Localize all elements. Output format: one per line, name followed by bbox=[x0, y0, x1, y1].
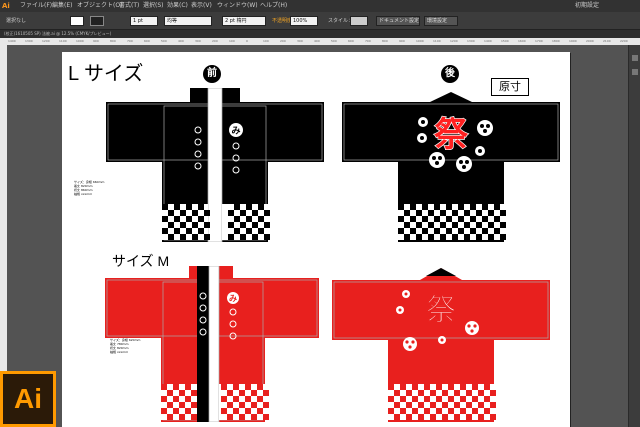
ruler-tick-label: 1200 bbox=[42, 39, 50, 43]
ruler-tick-label: 900 bbox=[399, 39, 405, 43]
document-setup-button[interactable]: ドキュメント設定 bbox=[376, 16, 420, 26]
matsuri-kanji: 祭 bbox=[434, 115, 469, 155]
panel-strip[interactable] bbox=[628, 45, 640, 427]
ruler-tick-label: 1600 bbox=[518, 39, 526, 43]
ruler-tick-label: 200 bbox=[212, 39, 218, 43]
menu-object[interactable]: オブジェクト(O) bbox=[77, 0, 122, 12]
panel-strip-icon[interactable] bbox=[632, 55, 638, 61]
ruler-tick-label: 0 bbox=[246, 39, 248, 43]
ruler-tick-label: 1000 bbox=[76, 39, 84, 43]
menu-type[interactable]: 書式(T) bbox=[119, 0, 139, 12]
menu-bar: Ai ファイル(F) 編集(E) オブジェクト(O) 書式(T) 選択(S) 効… bbox=[0, 0, 640, 12]
ruler-tick-label: 1400 bbox=[8, 39, 16, 43]
mi-crest-text: み bbox=[231, 126, 240, 137]
ruler-tick-label: 800 bbox=[382, 39, 388, 43]
document-tab[interactable]: (校正)1610505 SP) 法被.ai @ 12.5% (CMYK/プレビュ… bbox=[4, 30, 111, 38]
ruler-tick-label: 200 bbox=[280, 39, 286, 43]
ruler-tick-label: 600 bbox=[144, 39, 150, 43]
menu-window[interactable]: ウィンドウ(W) bbox=[217, 0, 258, 12]
ruler-tick-label: 2100 bbox=[603, 39, 611, 43]
menu-edit[interactable]: 編集(E) bbox=[52, 0, 72, 12]
document-tab-bar: (校正)1610505 SP) 法被.ai @ 12.5% (CMYK/プレビュ… bbox=[0, 30, 640, 38]
artboard: L サイズ サイズ M 前 後 原寸 サイズ：身幅 660mm 着丈 820mm… bbox=[62, 52, 570, 427]
illustrator-window: Ai ファイル(F) 編集(E) オブジェクト(O) 書式(T) 選択(S) 効… bbox=[0, 0, 640, 427]
ruler-tick-label: 1200 bbox=[450, 39, 458, 43]
ruler-tick-label: 600 bbox=[348, 39, 354, 43]
menu-help[interactable]: ヘルプ(H) bbox=[260, 0, 287, 12]
ruler-tick-label: 1300 bbox=[467, 39, 475, 43]
ruler-tick-label: 1800 bbox=[552, 39, 560, 43]
selection-status: 選択なし bbox=[6, 18, 27, 24]
style-select[interactable] bbox=[350, 16, 368, 26]
ruler-tick-label: 700 bbox=[365, 39, 371, 43]
happi-back-m-graphic: 祭 bbox=[332, 268, 550, 422]
happi-front-m: み bbox=[105, 265, 321, 426]
happi-back-l-graphic: 祭 bbox=[342, 92, 560, 242]
spec-l-line: 袖幅 xxxmm bbox=[74, 192, 93, 196]
illustrator-logo: Ai bbox=[0, 371, 56, 427]
control-bar: 選択なし 1 pt 均等 2 pt 楕円 不透明度： 100% スタイル： ドキ… bbox=[0, 12, 640, 30]
spec-l: サイズ：身幅 660mm 着丈 820mm 裄丈 860mm 袖幅 xxxmm bbox=[74, 180, 104, 196]
front-marker: 前 bbox=[203, 65, 221, 83]
ruler-tick-label: 100 bbox=[229, 39, 235, 43]
menu-file[interactable]: ファイル(F) bbox=[20, 0, 52, 12]
happi-front-l-graphic: み bbox=[106, 87, 324, 243]
vertical-ruler bbox=[0, 45, 7, 427]
stroke-weight-field[interactable]: 1 pt bbox=[130, 16, 158, 26]
mi-crest-text: み bbox=[229, 294, 237, 303]
stroke-profile-select[interactable]: 均等 bbox=[164, 16, 212, 26]
ruler-tick-label: 1400 bbox=[484, 39, 492, 43]
menu-view[interactable]: 表示(V) bbox=[191, 0, 212, 12]
brush-select[interactable]: 2 pt 楕円 bbox=[222, 16, 266, 26]
ruler-tick-label: 1700 bbox=[535, 39, 543, 43]
matsuri-kanji: 祭 bbox=[426, 293, 457, 328]
ruler-tick-label: 900 bbox=[93, 39, 99, 43]
ruler-tick-label: 300 bbox=[195, 39, 201, 43]
ruler-tick-label: 400 bbox=[178, 39, 184, 43]
ruler-tick-label: 400 bbox=[314, 39, 320, 43]
scroll-arrows-icon[interactable] bbox=[632, 69, 638, 75]
ruler-tick-label: 300 bbox=[297, 39, 303, 43]
size-l-label: L サイズ bbox=[68, 63, 144, 85]
happi-front-m-graphic: み bbox=[105, 265, 319, 423]
ruler-tick-label: 500 bbox=[331, 39, 337, 43]
happi-back-m: 祭 bbox=[330, 266, 552, 426]
ruler-tick-label: 800 bbox=[110, 39, 116, 43]
ruler-tick-label: 1900 bbox=[569, 39, 577, 43]
happi-back-l: 祭 bbox=[340, 88, 562, 246]
ruler-tick-label: 700 bbox=[127, 39, 133, 43]
horizontal-ruler: 1400 1300 1200 1100 1000 900 800 700 600 500 400 30… bbox=[0, 38, 640, 45]
back-marker: 後 bbox=[441, 65, 459, 83]
ruler-tick-label: 2000 bbox=[586, 39, 594, 43]
opacity-field[interactable]: 100% bbox=[290, 16, 318, 26]
menu-select[interactable]: 選択(S) bbox=[143, 0, 164, 12]
happi-front-l: み bbox=[104, 87, 326, 246]
ruler-tick-label: 2200 bbox=[620, 39, 628, 43]
ruler-tick-label: 1100 bbox=[433, 39, 441, 43]
workspace-switcher[interactable]: 初期設定 bbox=[575, 0, 599, 12]
fill-swatch[interactable] bbox=[70, 16, 84, 26]
app-logo: Ai bbox=[2, 2, 10, 10]
preferences-button[interactable]: 環境設定 bbox=[424, 16, 458, 26]
ruler-tick-label: 1300 bbox=[25, 39, 33, 43]
ruler-tick-label: 1000 bbox=[416, 39, 424, 43]
stroke-swatch[interactable] bbox=[90, 16, 104, 26]
ruler-tick-label: 1100 bbox=[59, 39, 67, 43]
ruler-tick-label: 500 bbox=[161, 39, 167, 43]
ruler-tick-label: 1500 bbox=[501, 39, 509, 43]
menu-effect[interactable]: 効果(C) bbox=[167, 0, 188, 12]
ruler-tick-label: 100 bbox=[263, 39, 269, 43]
